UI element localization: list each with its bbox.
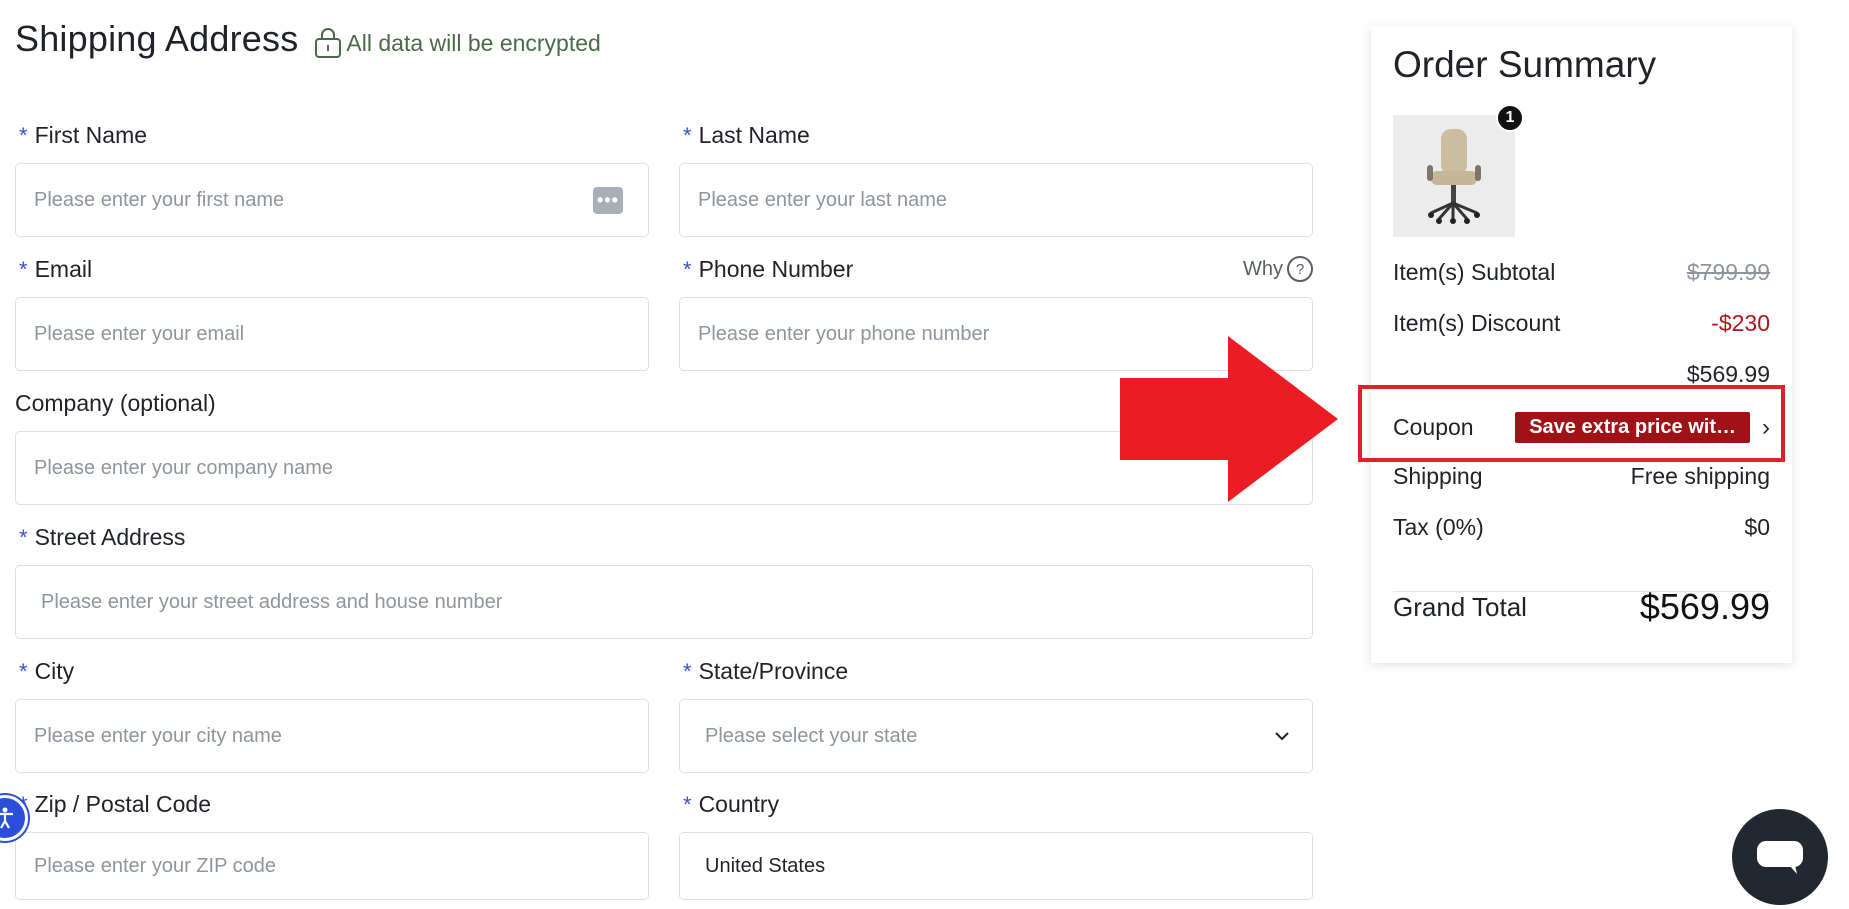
company-label: Company (optional) [15, 390, 216, 416]
country-label: * Country [683, 791, 780, 817]
grand-total-value: $569.99 [1639, 586, 1770, 627]
tax-row: Tax (0%) $0 [1393, 514, 1770, 541]
last-name-field: * Last Name Please enter your last name [679, 122, 1313, 240]
required-mark: * [683, 256, 692, 282]
state-label: * State/Province [683, 658, 849, 684]
subtotal-row: Item(s) Subtotal $799.99 [1393, 259, 1770, 286]
first-name-placeholder: Please enter your first name [34, 188, 285, 211]
page-title: Shipping Address [15, 18, 299, 59]
required-mark: * [683, 122, 692, 148]
email-label: * Email [19, 256, 93, 282]
company-input[interactable]: Please enter your company name [15, 431, 1313, 505]
last-name-input[interactable]: Please enter your last name [679, 163, 1313, 237]
item-quantity-badge: 1 [1496, 104, 1524, 132]
subtotal-value: $799.99 [1686, 259, 1770, 285]
zip-label: * Zip / Postal Code [15, 791, 211, 818]
chat-button[interactable] [1732, 809, 1828, 905]
street-field: * Street Address Please enter your stree… [15, 524, 1313, 642]
street-input[interactable]: Please enter your street address and hou… [15, 565, 1313, 639]
last-name-label: * Last Name [683, 122, 810, 148]
city-input[interactable]: Please enter your city name [15, 699, 649, 773]
city-placeholder: Please enter your city name [34, 724, 282, 747]
coupon-highlight-box [1358, 385, 1785, 462]
first-name-label: * First Name [19, 122, 148, 148]
shipping-value: Free shipping [1630, 463, 1770, 489]
grand-total-label: Grand Total [1393, 591, 1527, 622]
subtotal-label: Item(s) Subtotal [1393, 259, 1556, 285]
lock-icon [315, 28, 342, 58]
required-mark: * [683, 658, 692, 684]
grand-total-row: Grand Total $569.99 [1393, 586, 1770, 628]
discount-row: Item(s) Discount -$230 [1393, 310, 1770, 337]
chat-bubble-icon [1757, 841, 1803, 874]
discount-value: -$230 [1711, 310, 1770, 336]
required-mark: * [19, 524, 28, 550]
required-mark: * [19, 256, 28, 282]
discounted-price-row: $569.99 [1393, 361, 1770, 388]
zip-placeholder: Please enter your ZIP code [34, 854, 276, 877]
checkout-page: Shipping Address All data will be encryp… [0, 0, 1849, 909]
email-input[interactable]: Please enter your email [15, 297, 649, 371]
tax-label: Tax (0%) [1393, 514, 1484, 540]
state-select[interactable]: Please select your state [679, 699, 1313, 773]
country-value: United States [705, 854, 826, 877]
shipping-header: Shipping Address All data will be encryp… [15, 18, 601, 60]
company-placeholder: Please enter your company name [34, 456, 334, 479]
shipping-row: Shipping Free shipping [1393, 463, 1770, 490]
company-field: Company (optional) Please enter your com… [15, 390, 1313, 508]
street-placeholder: Please enter your street address and hou… [41, 590, 503, 613]
street-label: * Street Address [19, 524, 186, 550]
state-placeholder: Please select your state [705, 724, 918, 747]
encrypt-note: All data will be encrypted [314, 20, 601, 58]
zip-input[interactable]: Please enter your ZIP code [15, 832, 649, 900]
country-select[interactable]: United States [679, 832, 1313, 900]
first-name-input[interactable]: Please enter your first name ••• [15, 163, 649, 237]
shipping-label: Shipping [1393, 463, 1483, 489]
required-mark: * [19, 658, 28, 684]
phone-placeholder: Please enter your phone number [698, 322, 990, 345]
first-name-field: * First Name Please enter your first nam… [15, 122, 649, 240]
zip-field: * Zip / Postal Code Please enter your ZI… [15, 791, 649, 909]
state-field: * State/Province Please select your stat… [679, 658, 1313, 776]
phone-label: * Phone Number [683, 256, 854, 282]
discounted-price-value: $569.99 [1686, 361, 1770, 387]
product-image[interactable] [1393, 115, 1515, 237]
order-summary-title: Order Summary [1393, 44, 1657, 85]
email-placeholder: Please enter your email [34, 322, 245, 345]
tax-value: $0 [1744, 514, 1770, 540]
city-label: * City [19, 658, 75, 684]
required-mark: * [19, 122, 28, 148]
office-chair-icon [1393, 115, 1515, 237]
discount-label: Item(s) Discount [1393, 310, 1561, 336]
last-name-placeholder: Please enter your last name [698, 188, 948, 211]
password-manager-icon[interactable]: ••• [593, 187, 623, 214]
country-field: * Country United States [679, 791, 1313, 909]
help-icon: ? [1287, 256, 1313, 282]
required-mark: * [683, 791, 692, 817]
order-summary-panel: Order Summary 1 Item(s) Subtotal $799.99 [1371, 26, 1792, 663]
encrypt-note-text: All data will be encrypted [346, 29, 601, 56]
why-label: Why [1243, 257, 1283, 280]
email-field: * Email Please enter your email [15, 256, 649, 374]
chevron-down-icon [1275, 732, 1289, 741]
red-arrow-annotation [1120, 336, 1338, 502]
city-field: * City Please enter your city name [15, 658, 649, 776]
phone-why-link[interactable]: Why ? [1243, 256, 1313, 282]
accessibility-icon [0, 807, 13, 829]
